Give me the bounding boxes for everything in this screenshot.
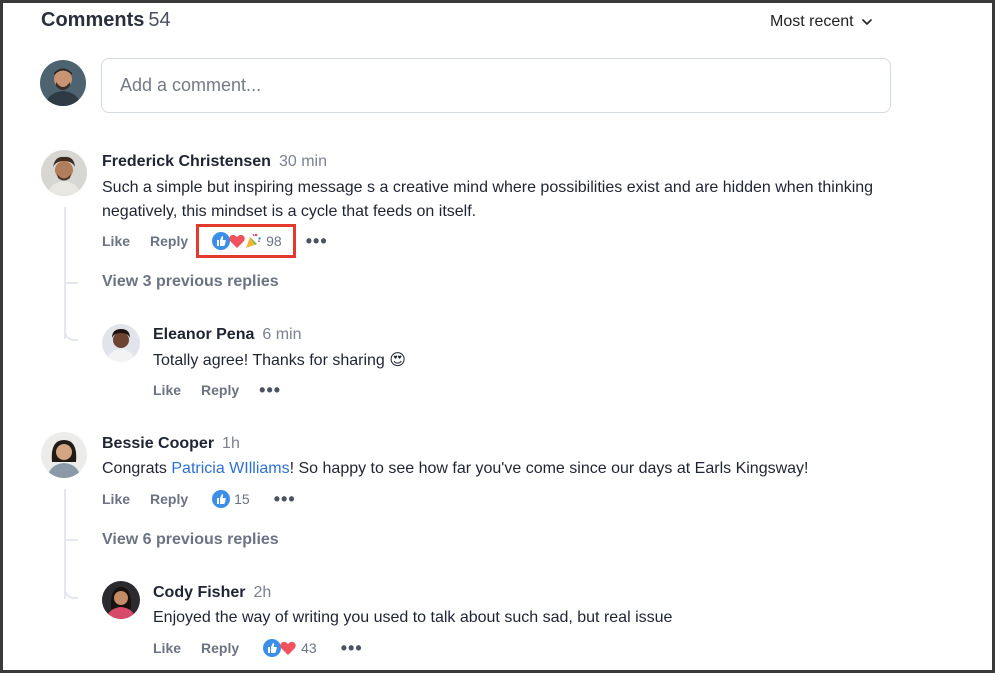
reply-time: 2h: [253, 584, 272, 601]
reply-time: 6 min: [262, 326, 302, 343]
reply-text: Enjoyed the way of writing you used to t…: [153, 609, 673, 626]
bessie-avatar[interactable]: [41, 432, 87, 478]
comments-header: Comments 54: [41, 9, 171, 32]
thread-branch: [64, 583, 78, 599]
reply-button[interactable]: Reply: [201, 640, 239, 656]
thread-branch: [64, 539, 78, 541]
view-previous-replies-link[interactable]: View 3 previous replies: [102, 273, 279, 291]
sort-label: Most recent: [770, 13, 854, 30]
comments-count: 54: [148, 9, 171, 31]
frederick-avatar[interactable]: [41, 150, 87, 196]
comment-text: Such a simple but inspiring message s a …: [102, 179, 874, 220]
reply-button[interactable]: Reply: [201, 382, 239, 398]
reactions-highlight-box: [196, 224, 296, 258]
reply-header: Cody Fisher 2h: [153, 584, 271, 602]
more-options-icon[interactable]: •••: [274, 490, 296, 508]
reply-header: Eleanor Pena 6 min: [153, 326, 302, 344]
more-options-icon[interactable]: •••: [306, 232, 328, 250]
comment-author[interactable]: Frederick Christensen: [102, 153, 271, 170]
heart-icon: [279, 639, 297, 657]
sort-dropdown[interactable]: Most recent: [770, 13, 872, 31]
comment-text-before: Congrats: [102, 460, 172, 477]
comment-actions: Like Reply 15 •••: [102, 490, 296, 508]
comments-title: Comments: [41, 9, 145, 31]
comments-panel: Comments54 Most recent Frederick Christe…: [0, 0, 995, 673]
reactions-summary[interactable]: 43: [263, 639, 317, 657]
comment-header: Bessie Cooper 1h: [102, 435, 240, 453]
comment-author[interactable]: Bessie Cooper: [102, 435, 214, 452]
like-button[interactable]: Like: [153, 382, 181, 398]
reply-button[interactable]: Reply: [150, 491, 188, 507]
more-options-icon[interactable]: •••: [341, 639, 363, 657]
reply-text: Totally agree! Thanks for sharing 😍: [153, 352, 406, 369]
reply-button[interactable]: Reply: [150, 233, 188, 249]
like-button[interactable]: Like: [153, 640, 181, 656]
reaction-count: 43: [301, 640, 317, 656]
comment-text: Congrats Patricia WIlliams! So happy to …: [102, 457, 892, 481]
mention-link[interactable]: Patricia WIlliams: [171, 460, 289, 477]
thread-line: [64, 207, 66, 339]
view-previous-replies-link[interactable]: View 6 previous replies: [102, 531, 279, 549]
reply-actions: Like Reply 43 •••: [153, 639, 363, 657]
add-comment-input[interactable]: [101, 58, 891, 113]
reply-author[interactable]: Cody Fisher: [153, 584, 245, 601]
current-user-avatar[interactable]: [40, 60, 86, 106]
reply-author[interactable]: Eleanor Pena: [153, 326, 254, 343]
more-options-icon[interactable]: •••: [259, 381, 281, 399]
reaction-count: 15: [234, 491, 250, 507]
cody-avatar[interactable]: [102, 581, 140, 619]
comment-time: 1h: [222, 435, 240, 452]
comment-text-after: ! So happy to see how far you've come si…: [289, 460, 809, 477]
thread-branch: [64, 282, 78, 284]
like-button[interactable]: Like: [102, 233, 130, 249]
comment-header: Frederick Christensen 30 min: [102, 153, 327, 171]
chevron-down-icon: [861, 19, 872, 25]
reply-actions: Like Reply •••: [153, 381, 281, 399]
reactions-summary[interactable]: 15: [212, 490, 250, 508]
thread-branch: [64, 325, 78, 341]
eleanor-avatar[interactable]: [102, 324, 140, 362]
like-button[interactable]: Like: [102, 491, 130, 507]
thumbs-up-icon: [212, 490, 231, 508]
comment-time: 30 min: [278, 153, 327, 170]
